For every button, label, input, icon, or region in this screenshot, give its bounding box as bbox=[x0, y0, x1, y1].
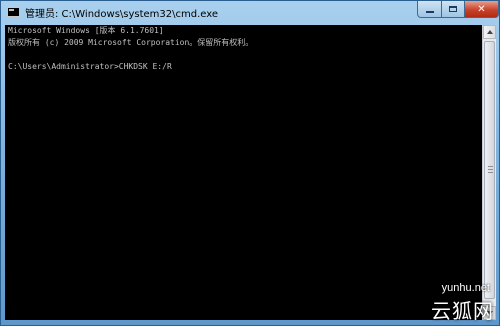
minimize-icon bbox=[425, 10, 434, 13]
scroll-up-button[interactable] bbox=[483, 25, 496, 39]
watermark-brand: 云狐网 bbox=[431, 299, 494, 323]
title-bar[interactable]: 管理员: C:\Windows\system32\cmd.exe ✕ bbox=[1, 1, 499, 25]
vertical-scrollbar[interactable] bbox=[482, 25, 496, 320]
scrollbar-thumb[interactable] bbox=[484, 41, 495, 299]
maximize-button[interactable] bbox=[441, 1, 465, 18]
grip-line bbox=[488, 166, 493, 167]
cmd-icon[interactable] bbox=[7, 7, 20, 17]
console-line: 版权所有 (c) 2009 Microsoft Corporation。保留所有… bbox=[8, 38, 254, 47]
grip-line bbox=[488, 169, 493, 170]
console-line: Microsoft Windows [版本 6.1.7601] bbox=[8, 26, 164, 35]
close-button[interactable]: ✕ bbox=[464, 1, 499, 18]
grip-line bbox=[488, 172, 493, 173]
watermark: yunhu.net 云狐网 bbox=[384, 282, 496, 323]
console-output[interactable]: Microsoft Windows [版本 6.1.7601] 版权所有 (c)… bbox=[5, 25, 482, 320]
window-title: 管理员: C:\Windows\system32\cmd.exe bbox=[25, 9, 219, 20]
minimize-button[interactable] bbox=[417, 1, 442, 18]
arrow-up-icon bbox=[486, 30, 493, 34]
watermark-url: yunhu.net bbox=[441, 282, 490, 294]
console-prompt-line: C:\Users\Administrator>CHKDSK E:/R bbox=[8, 62, 172, 71]
close-icon: ✕ bbox=[477, 3, 486, 15]
maximize-icon bbox=[449, 6, 457, 12]
cmd-window: 管理员: C:\Windows\system32\cmd.exe ✕ Micro… bbox=[0, 0, 500, 326]
